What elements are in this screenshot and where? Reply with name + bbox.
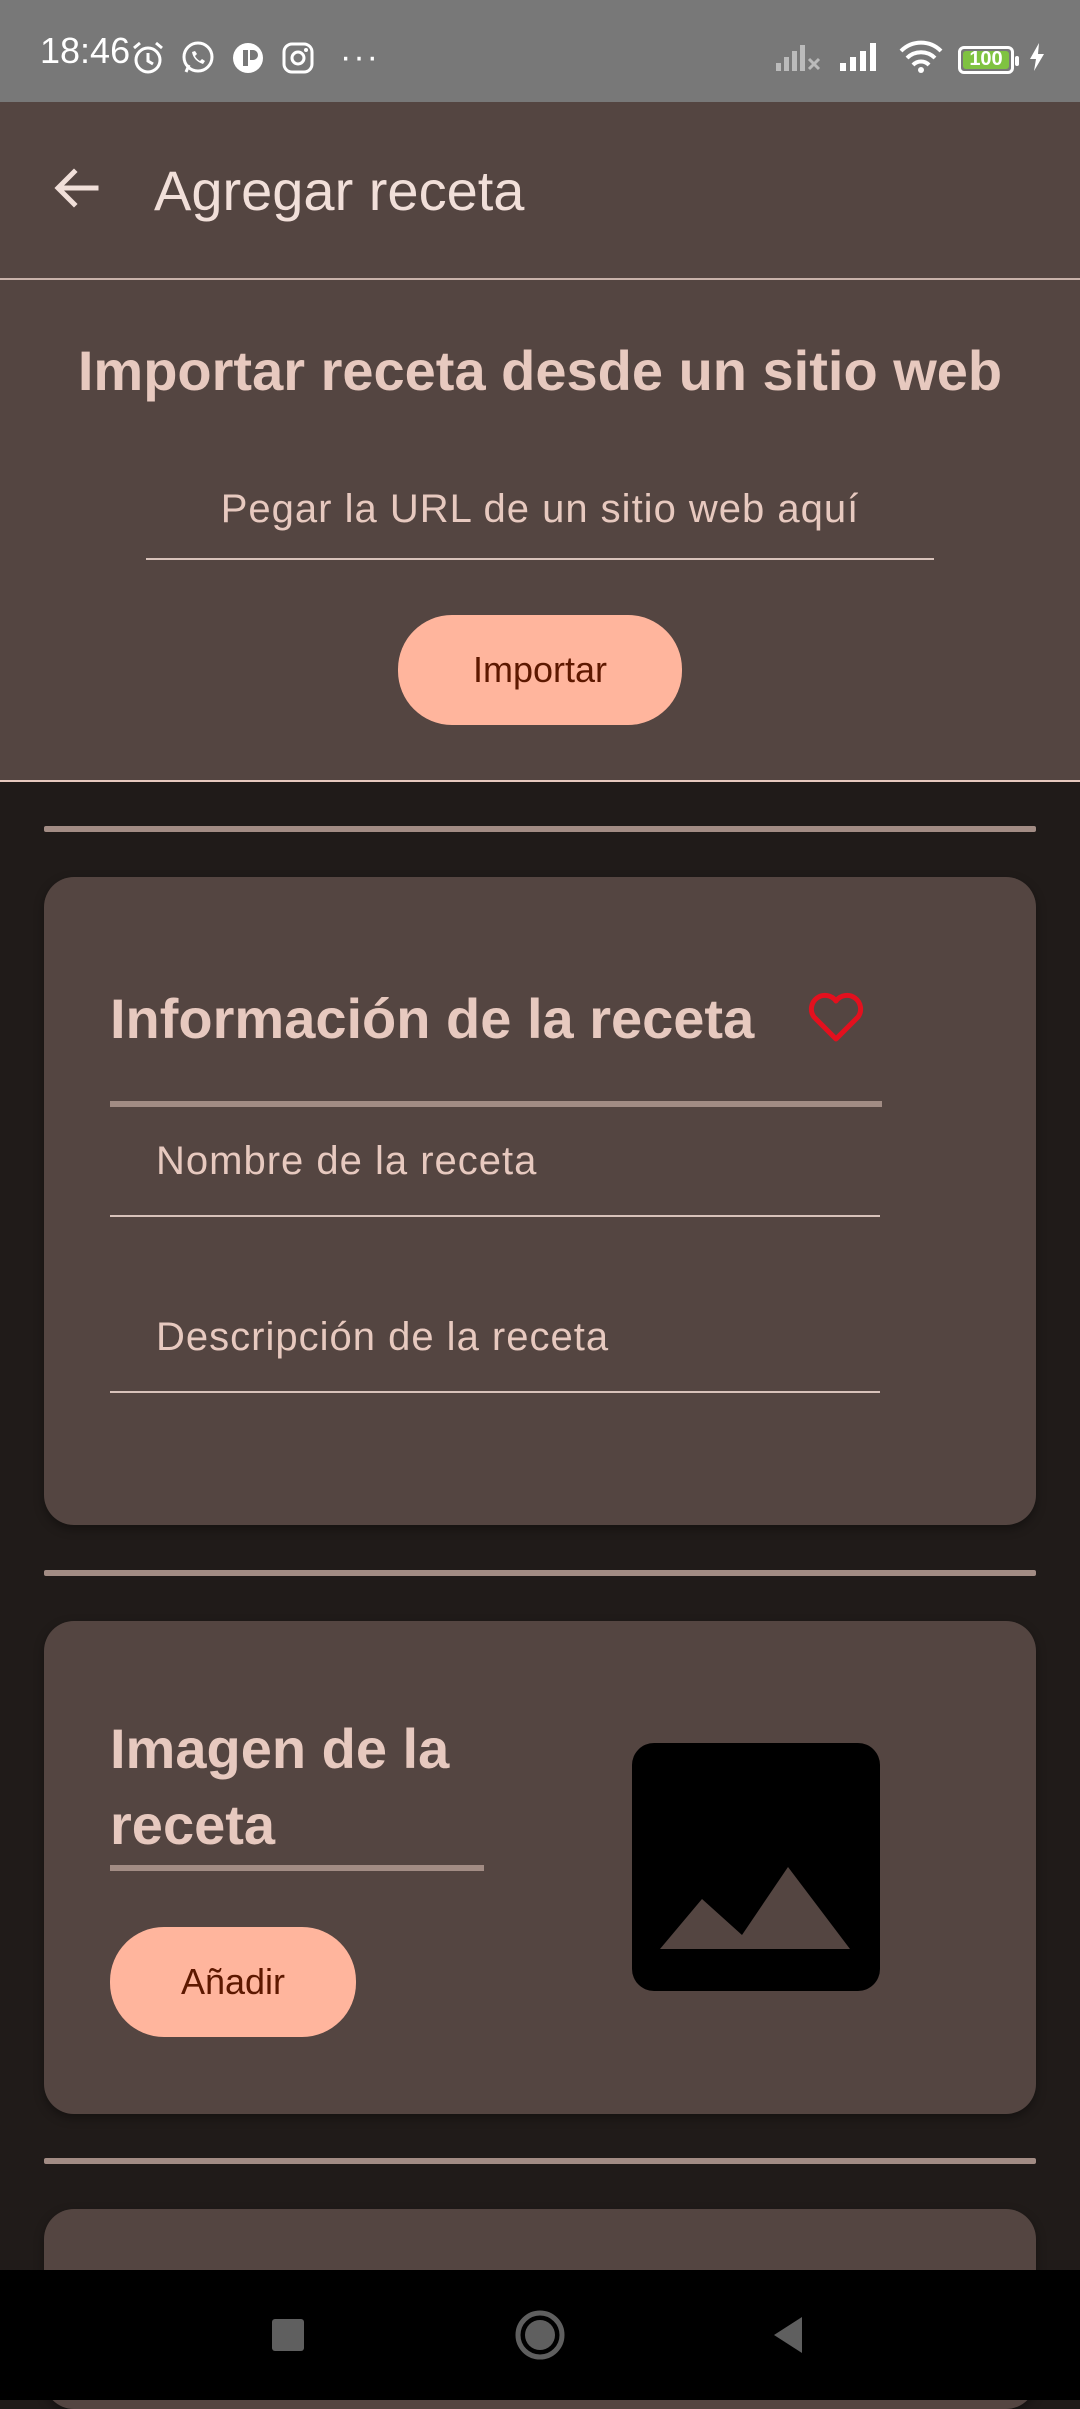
signal-off-icon (774, 41, 822, 78)
recipe-image-title: Imagen de la receta (110, 1717, 450, 1856)
status-bar: 18:46 ··· 100 (0, 0, 1080, 102)
battery-level: 100 (969, 48, 1003, 70)
url-input[interactable] (146, 460, 934, 560)
signal-icon (836, 41, 884, 78)
section-divider (44, 2158, 1036, 2164)
recents-icon (272, 2319, 304, 2351)
home-icon (515, 2310, 565, 2360)
image-placeholder-icon[interactable] (632, 1743, 880, 1991)
recipe-name-field[interactable] (110, 1107, 880, 1217)
arrow-back-icon (54, 168, 99, 208)
status-time: 18:46 (40, 30, 131, 71)
more-notifications-icon: ··· (340, 38, 380, 76)
recipe-info-title: Información de la receta (110, 987, 755, 1050)
charging-icon (1028, 42, 1046, 77)
recipe-image-card: Imagen de la receta Añadir (44, 1621, 1036, 2114)
import-button[interactable]: Importar (398, 615, 682, 725)
whatsapp-icon (180, 40, 216, 76)
battery-icon: 100 (958, 45, 1019, 74)
heart-outline-icon (808, 992, 864, 1042)
recents-button[interactable] (248, 2300, 328, 2370)
instagram-icon (280, 40, 316, 76)
wifi-icon (898, 40, 944, 79)
title-underline (110, 1865, 484, 1871)
import-title: Importar receta desde un sitio web (77, 339, 1003, 402)
add-image-button[interactable]: Añadir (110, 1927, 356, 2037)
home-button[interactable] (500, 2300, 580, 2370)
notification-icons: ··· (130, 38, 380, 77)
import-section: Importar receta desde un sitio web Impor… (0, 280, 1080, 780)
app-bar: Agregar receta (0, 102, 1080, 278)
favorite-button[interactable] (804, 985, 868, 1049)
section-divider (44, 1570, 1036, 1576)
system-icons: 100 (774, 40, 1046, 79)
recipe-description-field[interactable] (110, 1283, 880, 1393)
import-divider (0, 780, 1080, 782)
page-title: Agregar receta (154, 159, 525, 222)
app-icon (230, 40, 266, 76)
recipe-info-card: Información de la receta (44, 877, 1036, 1525)
back-nav-button[interactable] (748, 2300, 828, 2370)
back-icon (774, 2317, 802, 2353)
navigation-bar (0, 2270, 1080, 2400)
back-button[interactable] (44, 156, 108, 220)
alarm-icon (130, 40, 166, 76)
section-divider (44, 826, 1036, 832)
